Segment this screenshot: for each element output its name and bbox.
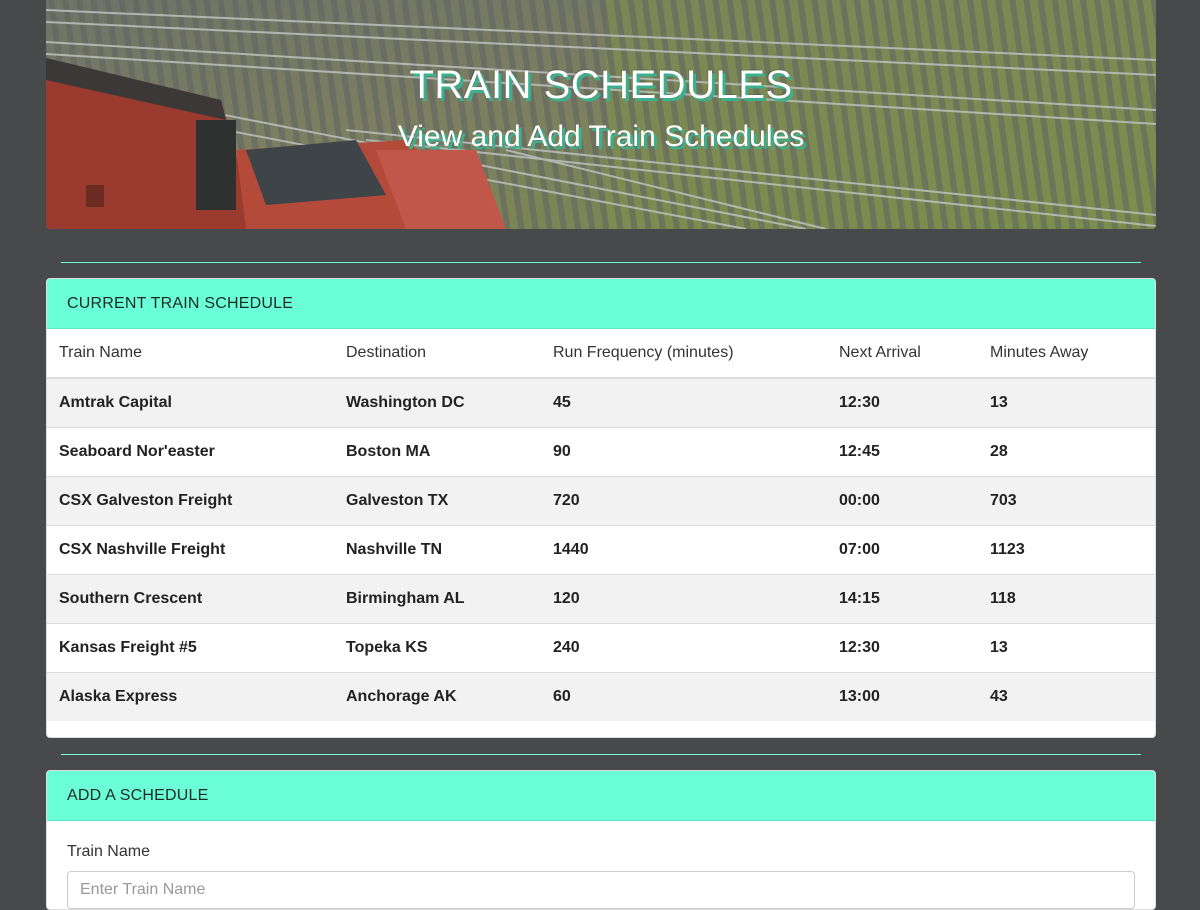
train-name-cell: Kansas Freight #5: [47, 622, 334, 672]
table-row: Amtrak Capital Washington DC 45 12:30 13: [47, 378, 1155, 427]
train-name-cell: CSX Galveston Freight: [47, 475, 334, 525]
train-name-cell: CSX Nashville Freight: [47, 524, 334, 574]
column-header-run-frequency: Run Frequency (minutes): [541, 329, 827, 379]
column-header-minutes-away: Minutes Away: [978, 329, 1155, 379]
frequency-cell: 240: [541, 622, 827, 672]
destination-cell: Boston MA: [334, 426, 541, 476]
table-header-row: Train Name Destination Run Frequency (mi…: [47, 329, 1155, 379]
frequency-cell: 90: [541, 426, 827, 476]
minutes-away-cell: 28: [978, 426, 1155, 476]
next-arrival-cell: 13:00: [827, 671, 978, 721]
train-name-input[interactable]: [67, 871, 1135, 909]
frequency-cell: 60: [541, 671, 827, 721]
divider: [61, 262, 1141, 263]
table-row: Kansas Freight #5 Topeka KS 240 12:30 13: [47, 622, 1155, 672]
table-row: Southern Crescent Birmingham AL 120 14:1…: [47, 573, 1155, 623]
header-banner: TRAIN SCHEDULES View and Add Train Sched…: [46, 0, 1156, 229]
train-name-cell: Amtrak Capital: [47, 378, 334, 427]
next-arrival-cell: 12:30: [827, 622, 978, 672]
column-header-destination: Destination: [334, 329, 541, 379]
schedule-table: Train Name Destination Run Frequency (mi…: [47, 329, 1155, 721]
next-arrival-cell: 07:00: [827, 524, 978, 574]
next-arrival-cell: 14:15: [827, 573, 978, 623]
current-schedule-heading: CURRENT TRAIN SCHEDULE: [47, 279, 1155, 329]
train-name-label: Train Name: [67, 843, 150, 860]
next-arrival-cell: 00:00: [827, 475, 978, 525]
page-title: TRAIN SCHEDULES: [409, 63, 793, 107]
column-header-train-name: Train Name: [47, 329, 334, 379]
table-row: CSX Nashville Freight Nashville TN 1440 …: [47, 524, 1155, 574]
train-name-cell: Seaboard Nor'easter: [47, 426, 334, 476]
frequency-cell: 120: [541, 573, 827, 623]
minutes-away-cell: 703: [978, 475, 1155, 525]
minutes-away-cell: 118: [978, 573, 1155, 623]
frequency-cell: 45: [541, 378, 827, 427]
minutes-away-cell: 13: [978, 622, 1155, 672]
destination-cell: Washington DC: [334, 378, 541, 427]
train-name-cell: Alaska Express: [47, 671, 334, 721]
next-arrival-cell: 12:45: [827, 426, 978, 476]
column-header-next-arrival: Next Arrival: [827, 329, 978, 379]
page-subtitle: View and Add Train Schedules: [397, 120, 805, 153]
destination-cell: Topeka KS: [334, 622, 541, 672]
minutes-away-cell: 43: [978, 671, 1155, 721]
destination-cell: Nashville TN: [334, 524, 541, 574]
next-arrival-cell: 12:30: [827, 378, 978, 427]
destination-cell: Galveston TX: [334, 475, 541, 525]
frequency-cell: 720: [541, 475, 827, 525]
destination-cell: Anchorage AK: [334, 671, 541, 721]
table-row: Alaska Express Anchorage AK 60 13:00 43: [47, 671, 1155, 721]
minutes-away-cell: 1123: [978, 524, 1155, 574]
table-row: Seaboard Nor'easter Boston MA 90 12:45 2…: [47, 426, 1155, 476]
table-row: CSX Galveston Freight Galveston TX 720 0…: [47, 475, 1155, 525]
add-schedule-heading: ADD A SCHEDULE: [47, 771, 1155, 821]
add-schedule-panel: ADD A SCHEDULE Train Name: [46, 770, 1156, 910]
minutes-away-cell: 13: [978, 378, 1155, 427]
divider: [61, 754, 1141, 755]
train-name-cell: Southern Crescent: [47, 573, 334, 623]
destination-cell: Birmingham AL: [334, 573, 541, 623]
train-tracks-photo: [46, 0, 1156, 229]
current-schedule-panel: CURRENT TRAIN SCHEDULE Train Name Destin…: [46, 278, 1156, 738]
frequency-cell: 1440: [541, 524, 827, 574]
